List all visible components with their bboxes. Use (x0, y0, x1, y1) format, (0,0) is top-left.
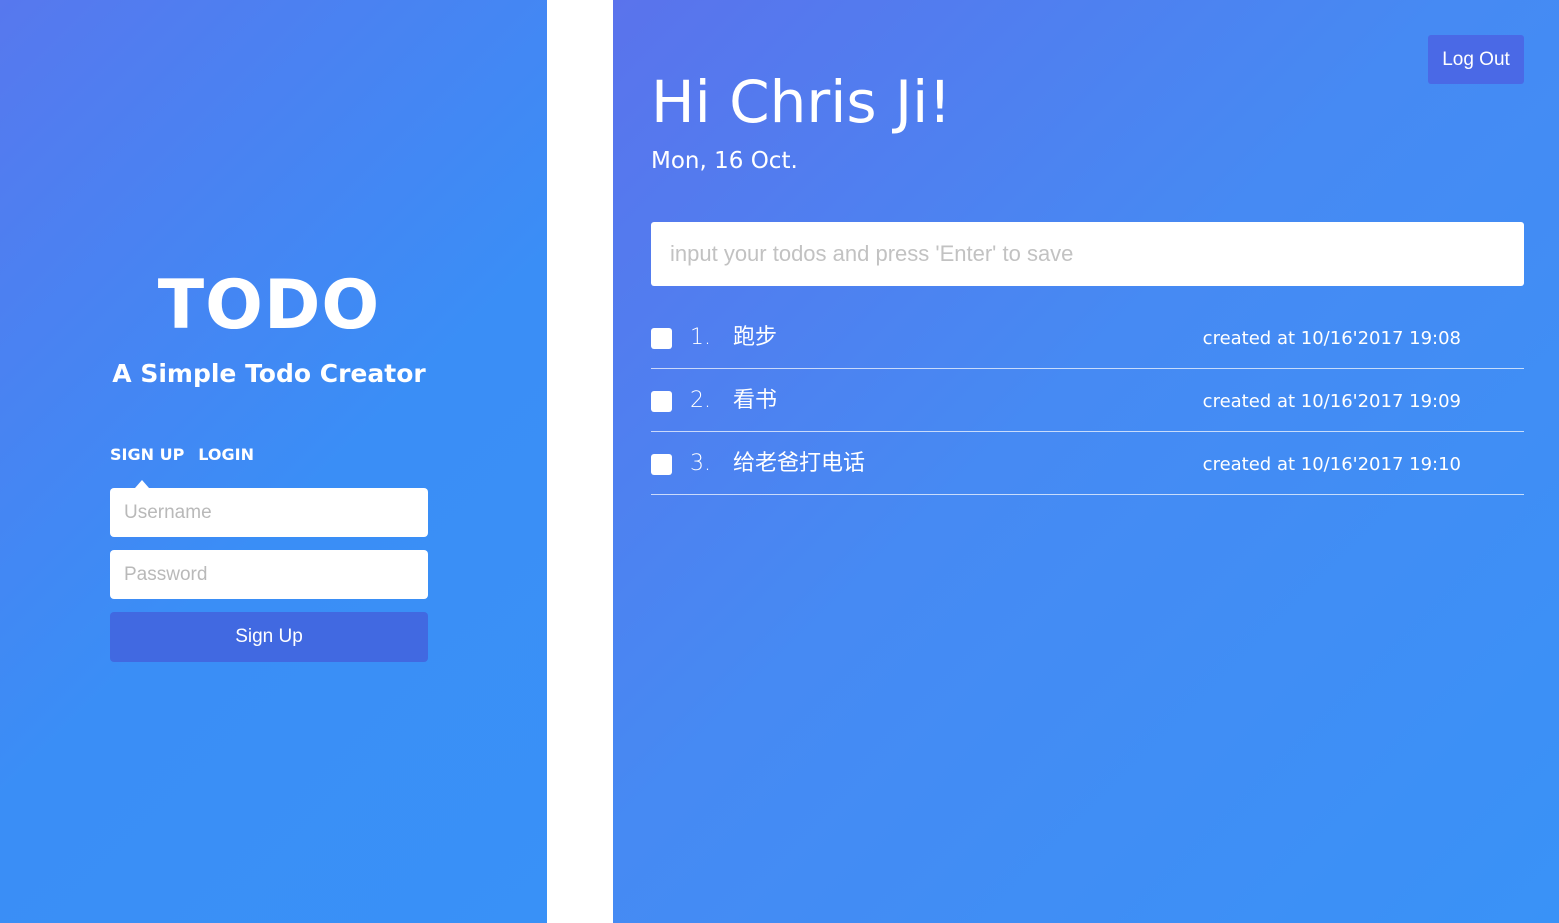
todo-checkbox[interactable] (651, 391, 672, 412)
sign-up-button[interactable]: Sign Up (110, 612, 428, 662)
todo-index: 2. (690, 388, 711, 413)
app-subtitle: A Simple Todo Creator (112, 359, 426, 388)
todo-item: 1. 跑步 created at 10/16'2017 19:08 (651, 306, 1524, 369)
tab-sign-up[interactable]: SIGN UP (110, 444, 184, 468)
todo-index: 1. (690, 325, 711, 350)
todo-text: 跑步 (733, 325, 778, 350)
todo-panel: Log Out Hi Chris Ji! Mon, 16 Oct. 1. 跑步 … (613, 0, 1559, 923)
todo-input[interactable] (651, 222, 1524, 286)
todo-item: 3. 给老爸打电话 created at 10/16'2017 19:10 (651, 432, 1524, 495)
tab-login[interactable]: LOGIN (198, 444, 254, 468)
greeting-heading: Hi Chris Ji! (651, 68, 952, 136)
auth-tabs: SIGN UP LOGIN (110, 444, 268, 468)
todo-created-time: created at 10/16'2017 19:10 (1202, 454, 1461, 475)
current-date: Mon, 16 Oct. (651, 148, 798, 174)
log-out-button[interactable]: Log Out (1428, 35, 1524, 84)
active-tab-indicator (135, 480, 149, 488)
todo-checkbox[interactable] (651, 328, 672, 349)
todo-index: 3. (690, 451, 711, 476)
app-title: TODO (157, 266, 381, 345)
password-input[interactable] (110, 550, 428, 599)
todo-created-time: created at 10/16'2017 19:08 (1202, 328, 1461, 349)
todo-checkbox[interactable] (651, 454, 672, 475)
todo-text: 看书 (733, 388, 778, 413)
todo-item: 2. 看书 created at 10/16'2017 19:09 (651, 369, 1524, 432)
auth-panel: TODO A Simple Todo Creator SIGN UP LOGIN… (0, 0, 547, 923)
todo-created-time: created at 10/16'2017 19:09 (1202, 391, 1461, 412)
username-input[interactable] (110, 488, 428, 537)
todo-list: 1. 跑步 created at 10/16'2017 19:08 2. 看书 … (651, 306, 1524, 495)
todo-text: 给老爸打电话 (733, 451, 866, 476)
